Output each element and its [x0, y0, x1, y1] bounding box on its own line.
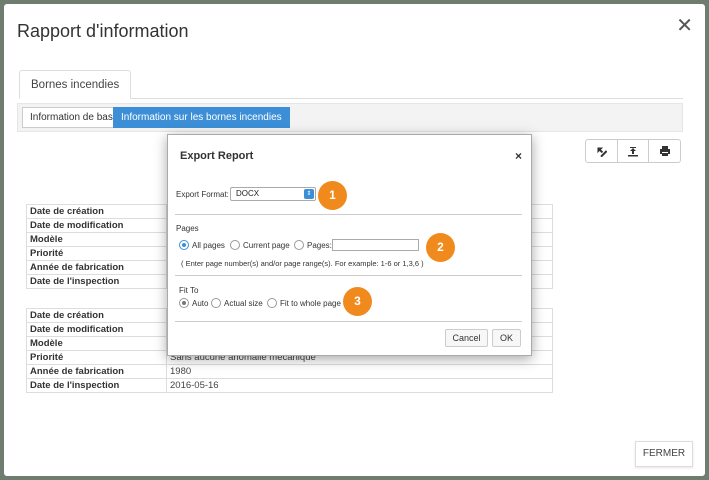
current-page-label: Current page — [243, 241, 290, 250]
ok-button[interactable]: OK — [492, 329, 521, 347]
step-badge-2: 2 — [426, 233, 455, 262]
radio-fit-whole[interactable] — [267, 298, 277, 308]
print-icon[interactable] — [649, 140, 680, 162]
divider — [175, 275, 522, 276]
page-hint: ( Enter page number(s) and/or page range… — [181, 259, 424, 268]
radio-fit-actual[interactable] — [211, 298, 221, 308]
export-all-icon[interactable] — [618, 140, 650, 162]
row-label: Date de création — [26, 308, 167, 323]
export-icon[interactable] — [586, 140, 618, 162]
export-format-value: DOCX — [236, 189, 260, 198]
divider — [175, 214, 522, 215]
select-arrow-icon: ⇕ — [304, 189, 314, 199]
modal-title: Export Report — [180, 150, 254, 162]
tab-bornes-incendies[interactable]: Bornes incendies — [19, 70, 132, 99]
row-label: Date de création — [26, 204, 167, 219]
modal-close-icon[interactable]: × — [515, 149, 522, 163]
export-format-label: Export Format: — [176, 190, 229, 199]
row-label: Année de fabrication — [26, 260, 167, 275]
table-row: Date de l'inspection 2016-05-16 — [26, 378, 553, 393]
report-toolbar — [585, 139, 681, 163]
close-icon[interactable]: ✕ — [676, 16, 693, 36]
radio-pages[interactable] — [294, 240, 304, 250]
table-row: Année de fabrication 1980 — [26, 364, 553, 379]
dialog-title: Rapport d'information — [17, 21, 189, 41]
radio-current-page[interactable] — [230, 240, 240, 250]
pages-input[interactable] — [332, 239, 419, 251]
row-label: Priorité — [26, 350, 167, 365]
step-badge-1: 1 — [318, 181, 347, 210]
fit-actual-label: Actual size — [224, 299, 263, 308]
row-label: Année de fabrication — [26, 364, 167, 379]
subtab-information-de-base[interactable]: Information de base — [22, 107, 127, 128]
fit-whole-label: Fit to whole page — [280, 299, 341, 308]
export-report-modal: Export Report × Export Format: DOCX ⇕ Pa… — [167, 134, 532, 356]
radio-all-pages[interactable] — [179, 240, 189, 250]
fit-auto-label: Auto — [192, 299, 209, 308]
pages-section-label: Pages — [176, 224, 199, 233]
row-label: Date de modification — [26, 322, 167, 337]
divider — [175, 321, 522, 322]
export-format-select[interactable]: DOCX ⇕ — [230, 187, 316, 201]
row-value: 2016-05-16 — [166, 378, 553, 393]
all-pages-label: All pages — [192, 241, 225, 250]
row-label: Modèle — [26, 336, 167, 351]
cancel-button[interactable]: Cancel — [445, 329, 488, 347]
fermer-button[interactable]: FERMER — [635, 441, 693, 467]
step-badge-3: 3 — [343, 287, 372, 316]
fit-section-label: Fit To — [179, 286, 199, 295]
row-label: Date de modification — [26, 218, 167, 233]
row-label: Date de l'inspection — [26, 274, 167, 289]
subtab-bar: Information de base Information sur les … — [17, 103, 683, 132]
row-label: Priorité — [26, 246, 167, 261]
radio-fit-auto[interactable] — [179, 298, 189, 308]
row-label: Date de l'inspection — [26, 378, 167, 393]
subtab-information-bornes[interactable]: Information sur les bornes incendies — [113, 107, 290, 128]
row-label: Modèle — [26, 232, 167, 247]
pages-label: Pages: — [307, 241, 332, 250]
row-value: 1980 — [166, 364, 553, 379]
